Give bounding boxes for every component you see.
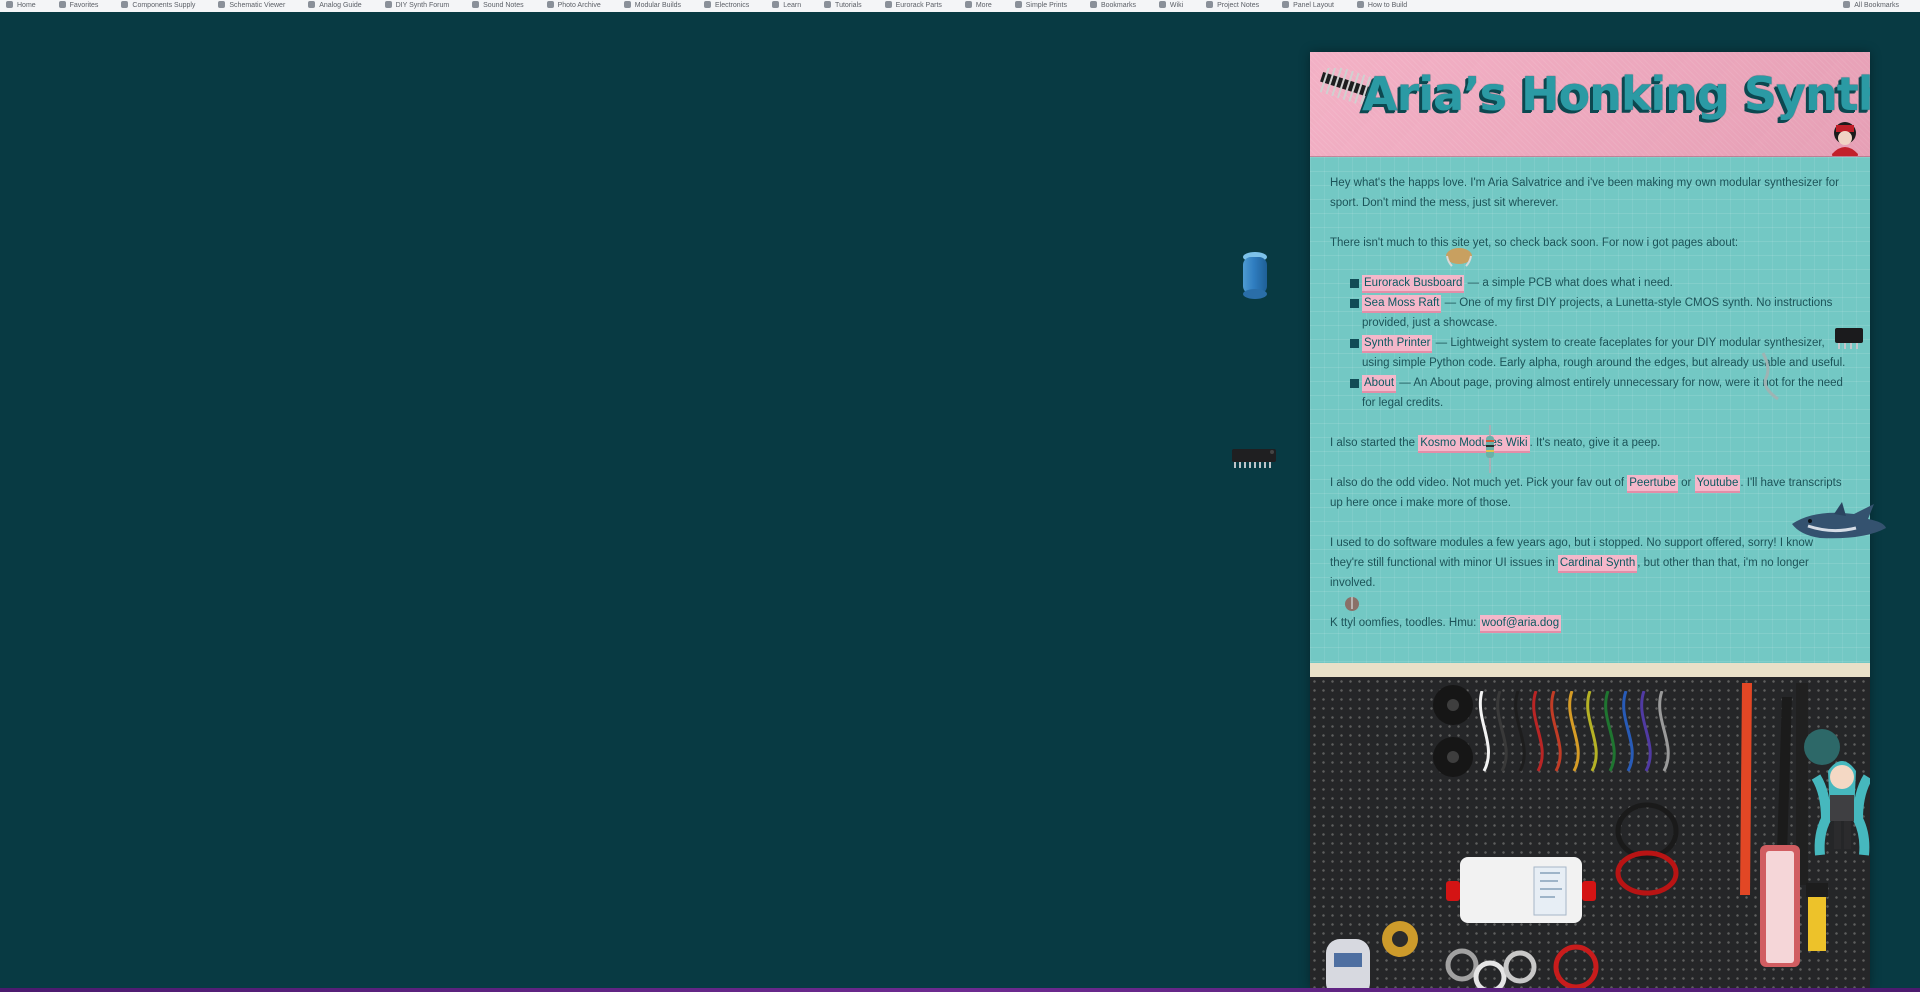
bench-tools-icon — [1326, 921, 1599, 988]
resistor-icon — [1486, 425, 1494, 473]
page-title: Aria’s Honking Synths — [1362, 67, 1870, 121]
kosmo-paragraph: I also started the Kosmo Modules Wiki. I… — [1330, 433, 1850, 453]
sea-moss-raft-link[interactable]: Sea Moss Raft — [1362, 295, 1442, 313]
coin-cell-icon — [1345, 597, 1359, 611]
bookmark-item-8[interactable]: Photo Archive — [541, 0, 601, 11]
contact-paragraph: K ttyl oomfies, toodles. Hmu: woof@aria.… — [1330, 613, 1850, 633]
list-item: Eurorack Busboard — a simple PCB what do… — [1350, 273, 1850, 293]
eurorack-busboard-link[interactable]: Eurorack Busboard — [1362, 275, 1465, 293]
bookmark-item-3[interactable]: Components Supply — [115, 0, 195, 11]
kosmo-modules-wiki-link[interactable]: Kosmo Modules Wiki — [1418, 435, 1530, 453]
pages-intro-paragraph: There isn't much to this site yet, so ch… — [1330, 237, 1739, 249]
ic-chip-icon — [1835, 328, 1863, 349]
video-paragraph: I also do the odd video. Not much yet. P… — [1330, 473, 1850, 513]
software-paragraph: I used to do software modules a few year… — [1330, 533, 1850, 593]
black-wire-coil-icon — [1615, 802, 1679, 896]
bookmark-item-14[interactable]: More — [959, 0, 992, 11]
bookmark-item-18[interactable]: Project Notes — [1200, 0, 1259, 11]
bookmark-item-7[interactable]: Sound Notes — [466, 0, 523, 11]
shark-plush-icon — [1792, 502, 1886, 539]
site-header: Aria’s Honking Synths — [1310, 52, 1870, 157]
bookmark-item-19[interactable]: Panel Layout — [1276, 0, 1334, 11]
video-prefix: I also do the odd video. Not much yet. P… — [1330, 477, 1628, 489]
kosmo-prefix: I also started the — [1330, 437, 1419, 449]
synth-printer-link[interactable]: Synth Printer — [1362, 335, 1433, 353]
wire-icon — [1761, 352, 1779, 401]
email-link[interactable]: woof@aria.dog — [1479, 615, 1562, 633]
all-bookmarks-link[interactable]: All Bookmarks — [1837, 0, 1899, 11]
character-sticker-icon — [1832, 122, 1858, 156]
bookmark-item-13[interactable]: Eurorack Parts — [879, 0, 942, 11]
content-section: Hey what's the happs love. I'm Aria Salv… — [1310, 157, 1870, 663]
bookmark-item-2[interactable]: Favorites — [53, 0, 99, 11]
contact-prefix: K ttyl oomfies, toodles. Hmu: — [1330, 617, 1480, 629]
bookmark-item-15[interactable]: Simple Prints — [1009, 0, 1067, 11]
bottom-strip — [0, 988, 1920, 992]
blue-capacitor-icon — [1243, 252, 1267, 299]
wire-bundles-icon — [1478, 691, 1670, 772]
bookmark-item-5[interactable]: Analog Guide — [302, 0, 361, 11]
list-item: Sea Moss Raft — One of my first DIY proj… — [1350, 293, 1850, 333]
bookmark-item-12[interactable]: Tutorials — [818, 0, 862, 11]
bookmark-item-9[interactable]: Modular Builds — [618, 0, 681, 11]
bookmark-item-20[interactable]: How to Build — [1351, 0, 1407, 11]
bookmark-item-1[interactable]: Home — [0, 0, 36, 11]
workshop-photo — [1310, 663, 1870, 988]
cardinal-synth-link[interactable]: Cardinal Synth — [1557, 555, 1638, 573]
bookmark-item-17[interactable]: Wiki — [1153, 0, 1183, 11]
bookmark-item-4[interactable]: Schematic Viewer — [212, 0, 285, 11]
figure-doll-icon — [1811, 761, 1870, 856]
video-or: or — [1677, 477, 1695, 489]
ic-chip-icon — [1232, 449, 1276, 468]
bookmark-item-16[interactable]: Bookmarks — [1084, 0, 1136, 11]
bookmark-item-10[interactable]: Electronics — [698, 0, 749, 11]
coin-cell-icon — [1446, 248, 1472, 267]
about-link[interactable]: About — [1362, 375, 1397, 393]
youtube-link[interactable]: Youtube — [1694, 475, 1741, 493]
peertube-link[interactable]: Peertube — [1627, 475, 1678, 493]
intro-paragraph: Hey what's the happs love. I'm Aria Salv… — [1330, 177, 1839, 209]
bookmark-item-11[interactable]: Learn — [766, 0, 801, 11]
kosmo-suffix: . It's neato, give it a peep. — [1529, 437, 1661, 449]
bookmark-item-6[interactable]: DIY Synth Forum — [379, 0, 450, 11]
list-item-desc: — a simple PCB what does what i need. — [1464, 277, 1673, 289]
main-panel: Aria’s Honking Synths Hey what's the hap… — [1310, 52, 1870, 988]
